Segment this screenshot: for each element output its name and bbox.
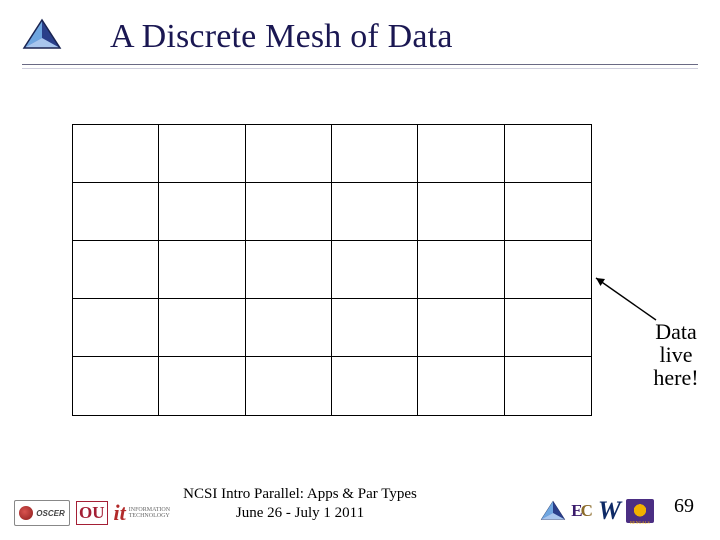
mesh-cell <box>418 241 504 299</box>
mesh-cell <box>332 299 418 357</box>
slide-title: A Discrete Mesh of Data <box>110 18 453 56</box>
annotation-line: Data <box>636 320 716 343</box>
mesh-cell <box>418 299 504 357</box>
mesh-cell <box>332 183 418 241</box>
mesh-cell <box>159 357 245 415</box>
triangle-logo-icon <box>22 18 62 57</box>
lsu-logo-icon: BENGALS <box>626 499 654 523</box>
mesh-cell <box>246 183 332 241</box>
footer-line: NCSI Intro Parallel: Apps & Par Types <box>170 485 430 503</box>
mesh-cell <box>505 241 591 299</box>
oscer-logo-icon: OSCER <box>14 500 70 526</box>
mesh-cell <box>505 299 591 357</box>
mesh-cell <box>246 125 332 183</box>
footer-line: June 26 - July 1 2011 <box>170 504 430 522</box>
mesh-cell <box>246 357 332 415</box>
footer-logos-left: OSCER OU it INFORMATION TECHNOLOGY <box>14 500 170 526</box>
ec-logo-icon: EC <box>571 501 593 521</box>
mesh-cell <box>505 357 591 415</box>
mesh-cell <box>73 241 159 299</box>
mesh-cell <box>73 125 159 183</box>
mesh-cell <box>73 357 159 415</box>
mesh-cell <box>246 299 332 357</box>
it-logo-icon: it INFORMATION TECHNOLOGY <box>114 500 171 526</box>
title-rule <box>22 64 698 69</box>
slide-number: 69 <box>674 495 694 518</box>
mesh-cell <box>418 357 504 415</box>
mesh-cell <box>505 183 591 241</box>
footer-logos-right: EC W BENGALS <box>540 496 654 526</box>
data-mesh-grid <box>72 124 592 416</box>
ou-logo-icon: OU <box>76 501 108 525</box>
mesh-cell <box>159 183 245 241</box>
mesh-cell <box>159 299 245 357</box>
mesh-cell <box>332 357 418 415</box>
annotation-line: live <box>636 343 716 366</box>
mesh-cell <box>246 241 332 299</box>
mesh-cell <box>505 125 591 183</box>
mesh-cell <box>159 241 245 299</box>
slide: A Discrete Mesh of Data <box>0 0 720 540</box>
mesh-cell <box>332 241 418 299</box>
mesh-cell <box>159 125 245 183</box>
mesh-cell <box>332 125 418 183</box>
footer-text: NCSI Intro Parallel: Apps & Par Types Ju… <box>170 485 430 522</box>
triangle-logo-small-icon <box>540 500 566 522</box>
mesh-cell <box>73 183 159 241</box>
annotation-line: here! <box>636 366 716 389</box>
annotation-label: Data live here! <box>636 320 716 389</box>
w-logo-icon: W <box>598 496 621 526</box>
mesh-cell <box>418 183 504 241</box>
mesh-cell <box>418 125 504 183</box>
mesh-cell <box>73 299 159 357</box>
